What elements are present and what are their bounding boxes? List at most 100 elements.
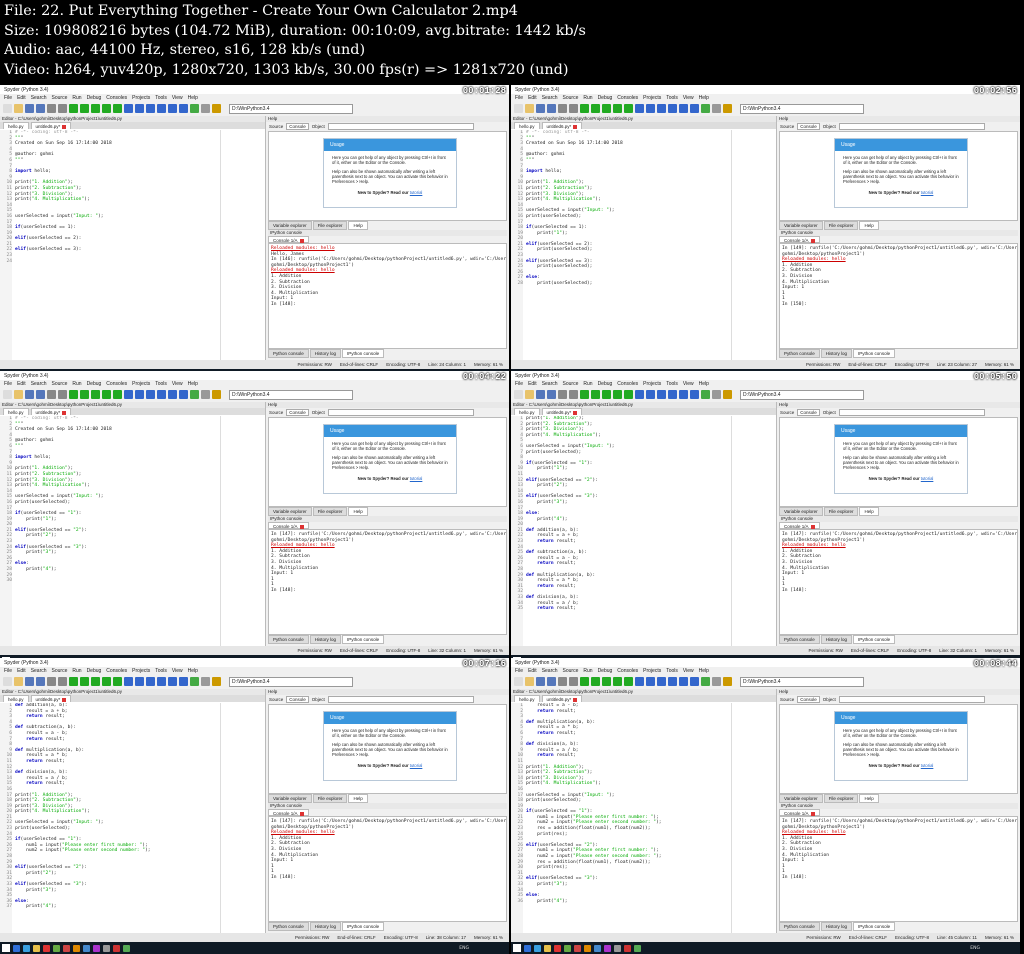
menu-item[interactable]: Consoles bbox=[106, 381, 127, 387]
tab-untitled6-py[interactable]: untitled6.py* bbox=[541, 122, 583, 129]
menu-item[interactable]: Edit bbox=[17, 381, 26, 387]
menu-item[interactable]: Edit bbox=[17, 95, 26, 101]
tab-history-log[interactable]: History log bbox=[309, 922, 342, 931]
source-select[interactable]: Console bbox=[286, 695, 309, 703]
run-icon[interactable] bbox=[580, 104, 589, 113]
step-into-icon[interactable] bbox=[146, 104, 155, 113]
maximize-pane-icon[interactable] bbox=[190, 677, 199, 686]
run-cell-icon[interactable] bbox=[91, 104, 100, 113]
code-editor[interactable]: 1 2 3 4 5 6 7 8 9 10 11 12 13 14 15 16 17 18 19 20 21 22 23 24 … bbox=[0, 130, 265, 360]
continue-icon[interactable] bbox=[168, 104, 177, 113]
tab-console-1[interactable]: Console 1/A bbox=[779, 809, 820, 816]
app-icon[interactable] bbox=[93, 944, 100, 952]
save-icon[interactable] bbox=[25, 104, 34, 113]
app-icon[interactable] bbox=[564, 944, 571, 952]
print-icon[interactable] bbox=[558, 104, 567, 113]
print-icon[interactable] bbox=[47, 390, 56, 399]
menu-item[interactable]: File bbox=[4, 668, 12, 674]
close-tab-icon[interactable] bbox=[62, 697, 67, 702]
tab-console-1[interactable]: Console 1/A bbox=[268, 809, 309, 816]
run-file-icon[interactable] bbox=[80, 390, 89, 399]
maximize-pane-icon[interactable] bbox=[701, 677, 710, 686]
tab-variable-explorer[interactable]: Variable explorer bbox=[268, 221, 312, 230]
find-icon[interactable] bbox=[58, 104, 67, 113]
save-icon[interactable] bbox=[25, 390, 34, 399]
menu-item[interactable]: Search bbox=[542, 381, 558, 387]
object-input[interactable] bbox=[327, 122, 474, 130]
menu-item[interactable]: Tools bbox=[666, 381, 678, 387]
code-editor[interactable]: 1 2 3 4 5 6 7 8 9 10 11 12 13 14 15 16 17 18 19 20 21 22 23 24 2… bbox=[511, 416, 776, 646]
preferences-icon[interactable] bbox=[201, 390, 210, 399]
run-icon[interactable] bbox=[69, 677, 78, 686]
menu-item[interactable]: Run bbox=[72, 95, 81, 101]
run-icon[interactable] bbox=[580, 390, 589, 399]
menu-item[interactable]: Projects bbox=[132, 95, 150, 101]
tab-history-log[interactable]: History log bbox=[820, 635, 853, 644]
menu-item[interactable]: Edit bbox=[528, 668, 537, 674]
run-cell-icon[interactable] bbox=[602, 104, 611, 113]
python-path-icon[interactable] bbox=[212, 390, 221, 399]
app-icon[interactable] bbox=[624, 944, 631, 952]
menu-item[interactable]: Run bbox=[72, 381, 81, 387]
run-selection-icon[interactable] bbox=[113, 390, 122, 399]
menu-item[interactable]: Source bbox=[563, 95, 579, 101]
working-directory-input[interactable]: D:\WinPython3.4 bbox=[229, 676, 353, 687]
new-file-icon[interactable] bbox=[3, 104, 12, 113]
menu-item[interactable]: Run bbox=[583, 381, 592, 387]
object-input[interactable] bbox=[327, 695, 474, 703]
run-file-icon[interactable] bbox=[80, 677, 89, 686]
app-icon[interactable] bbox=[574, 944, 581, 952]
run-cell-icon[interactable] bbox=[602, 390, 611, 399]
menu-item[interactable]: Tools bbox=[155, 668, 167, 674]
find-icon[interactable] bbox=[569, 677, 578, 686]
menu-item[interactable]: Debug bbox=[598, 381, 613, 387]
menu-item[interactable]: Projects bbox=[643, 95, 661, 101]
menu-item[interactable]: Consoles bbox=[106, 668, 127, 674]
debug-icon[interactable] bbox=[635, 104, 644, 113]
code-line[interactable]: print(userSelected); bbox=[526, 281, 776, 287]
menu-item[interactable]: View bbox=[172, 668, 183, 674]
step-return-icon[interactable] bbox=[157, 104, 166, 113]
save-icon[interactable] bbox=[536, 677, 545, 686]
menu-item[interactable]: Consoles bbox=[106, 95, 127, 101]
run-file-icon[interactable] bbox=[591, 390, 600, 399]
menu-item[interactable]: Source bbox=[52, 381, 68, 387]
code-text[interactable]: result = a - b; return result; def multi… bbox=[526, 703, 776, 904]
code-line[interactable]: print("4"); bbox=[526, 899, 776, 905]
object-input[interactable] bbox=[327, 408, 474, 416]
run-icon[interactable] bbox=[69, 104, 78, 113]
code-text[interactable]: # -*- coding: utf-8 -*- """ Created on Sun… bbox=[15, 416, 265, 584]
app-icon[interactable] bbox=[584, 944, 591, 952]
tab-untitled6-py[interactable]: untitled6.py* bbox=[30, 695, 72, 702]
tab-file-explorer[interactable]: File explorer bbox=[312, 507, 348, 516]
windows-start-icon[interactable] bbox=[513, 944, 521, 952]
tab-ipython-console[interactable]: IPython console bbox=[342, 349, 385, 358]
chrome-icon[interactable] bbox=[43, 944, 50, 952]
source-select[interactable]: Console bbox=[797, 695, 820, 703]
menu-item[interactable]: Help bbox=[699, 668, 709, 674]
tab-history-log[interactable]: History log bbox=[309, 349, 342, 358]
print-icon[interactable] bbox=[47, 677, 56, 686]
menu-item[interactable]: Edit bbox=[17, 668, 26, 674]
tab-hello-py[interactable]: hello.py bbox=[514, 122, 540, 129]
menu-item[interactable]: Source bbox=[52, 95, 68, 101]
menu-item[interactable]: Debug bbox=[87, 95, 102, 101]
code-line[interactable] bbox=[15, 259, 265, 265]
menu-item[interactable]: Projects bbox=[643, 381, 661, 387]
stop-debug-icon[interactable] bbox=[690, 390, 699, 399]
stop-debug-icon[interactable] bbox=[690, 677, 699, 686]
open-folder-icon[interactable] bbox=[525, 104, 534, 113]
tab-history-log[interactable]: History log bbox=[820, 922, 853, 931]
tab-untitled6-py[interactable]: untitled6.py* bbox=[541, 695, 583, 702]
run-cell-advance-icon[interactable] bbox=[102, 390, 111, 399]
tab-help[interactable]: Help bbox=[859, 507, 879, 516]
print-icon[interactable] bbox=[558, 390, 567, 399]
app-icon[interactable] bbox=[604, 944, 611, 952]
menu-item[interactable]: Help bbox=[188, 95, 198, 101]
menu-item[interactable]: Help bbox=[699, 381, 709, 387]
source-select[interactable]: Console bbox=[797, 408, 820, 416]
step-icon[interactable] bbox=[135, 390, 144, 399]
run-cell-icon[interactable] bbox=[602, 677, 611, 686]
tab-help[interactable]: Help bbox=[348, 221, 368, 230]
tab-variable-explorer[interactable]: Variable explorer bbox=[268, 507, 312, 516]
